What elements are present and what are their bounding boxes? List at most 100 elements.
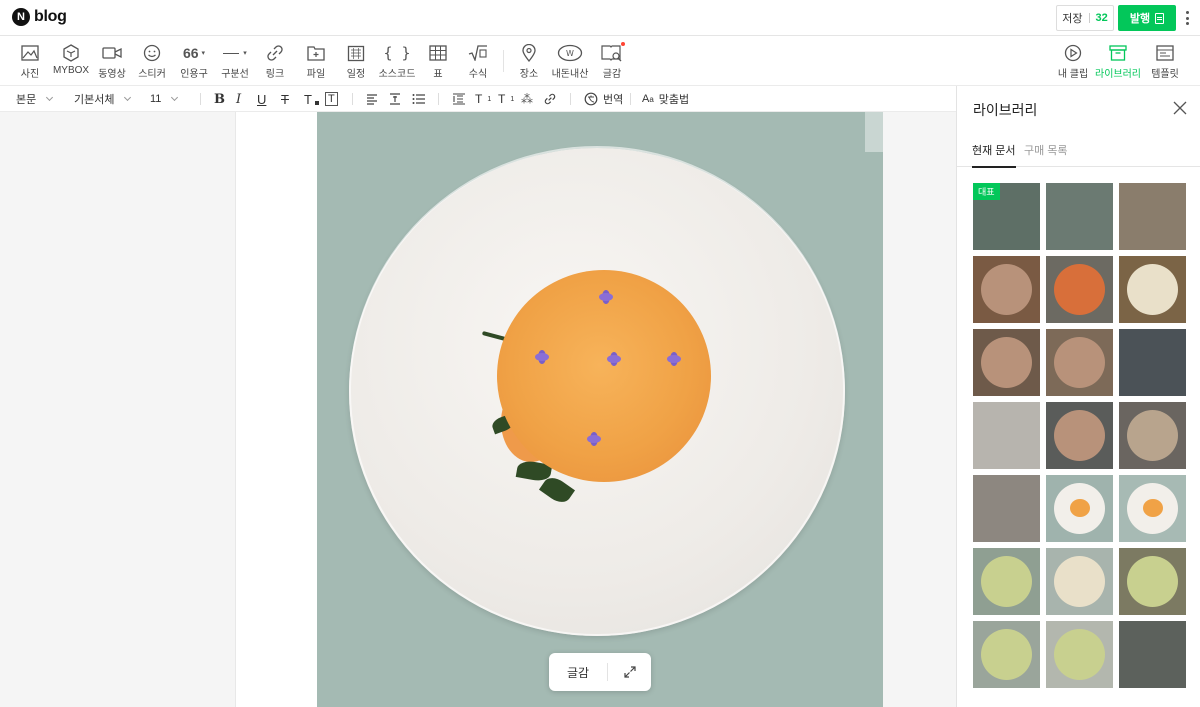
spellcheck-button[interactable]: Aa 맞춤법 xyxy=(642,86,689,112)
insert-place-button[interactable]: 장소 xyxy=(517,42,541,82)
template-button[interactable]: 템플릿 xyxy=(1150,42,1180,82)
insert-divider-button[interactable]: ▾ 구분선 xyxy=(219,42,251,82)
library-thumbnail[interactable] xyxy=(1046,402,1113,469)
insert-source-code-button[interactable]: { } 소스코드 xyxy=(378,42,416,82)
background-color-icon[interactable]: T xyxy=(325,86,338,112)
document-icon xyxy=(1155,12,1165,24)
insert-writing-material-button[interactable]: 글감 xyxy=(600,42,624,82)
insert-file-button[interactable]: 파일 xyxy=(304,42,328,82)
photo-table-edge xyxy=(865,112,883,152)
library-thumbnail[interactable] xyxy=(1046,329,1113,396)
top-header: N blog 저장 32 발행 xyxy=(0,0,1200,36)
italic-icon[interactable]: I xyxy=(236,86,241,112)
sticker-label: 스티커 xyxy=(138,69,166,80)
library-title: 라이브러리 xyxy=(973,102,1038,118)
font-size-select[interactable]: 11 xyxy=(150,86,179,112)
logo-text: blog xyxy=(34,8,67,25)
spellcheck-icon: Aa xyxy=(642,93,654,105)
library-thumbnail[interactable] xyxy=(973,621,1040,688)
library-thumbnail[interactable] xyxy=(1119,402,1186,469)
quote-icon: 66 ▾ xyxy=(182,45,206,61)
expand-icon[interactable] xyxy=(608,666,651,678)
table-grid-icon xyxy=(429,42,447,64)
writing-material-chip[interactable]: 글감 xyxy=(549,664,607,681)
library-button[interactable]: 라이브러리 xyxy=(1095,42,1141,82)
close-icon[interactable] xyxy=(1173,101,1187,115)
letter-spacing-icon[interactable] xyxy=(452,86,466,112)
insert-sticker-button[interactable]: 스티커 xyxy=(138,42,166,82)
translate-label: 번역 xyxy=(603,94,624,106)
insert-my-products-button[interactable]: W 내돈내산 xyxy=(552,42,588,82)
folder-plus-icon xyxy=(307,42,325,64)
my-clip-label: 내 클립 xyxy=(1057,69,1089,80)
font-family-value: 기본서체 xyxy=(74,94,115,106)
font-family-select[interactable]: 기본서체 xyxy=(74,86,132,112)
calendar-icon xyxy=(347,42,365,64)
library-panel: 라이브러리 현재 문서 구매 목록 대표 xyxy=(956,86,1200,707)
special-character-icon[interactable]: ⁂ xyxy=(521,86,533,112)
paragraph-style-select[interactable]: 본문 xyxy=(16,86,54,112)
underline-icon[interactable]: U xyxy=(257,86,266,112)
my-products-label: 내돈내산 xyxy=(551,69,589,80)
bold-icon[interactable]: B xyxy=(214,86,225,112)
naver-blog-logo[interactable]: N blog xyxy=(12,8,67,26)
insert-quote-button[interactable]: 66 ▾ 인용구 xyxy=(178,42,210,82)
subscript-icon[interactable]: T1 xyxy=(498,86,514,112)
library-thumbnail[interactable] xyxy=(1119,329,1186,396)
library-thumbnail[interactable] xyxy=(1119,548,1186,615)
tab-purchase-list[interactable]: 구매 목록 xyxy=(1024,142,1068,166)
translate-button[interactable]: 번역 xyxy=(584,86,623,112)
insert-formula-button[interactable]: 수식 xyxy=(466,42,490,82)
map-pin-icon xyxy=(522,42,536,64)
book-search-icon xyxy=(601,42,623,64)
insert-video-button[interactable]: 동영상 xyxy=(97,42,127,82)
mybox-label: MYBOX xyxy=(52,65,90,76)
library-thumbnail[interactable] xyxy=(1046,475,1113,542)
strikethrough-icon[interactable]: T xyxy=(281,86,289,112)
superscript-icon[interactable]: T1 xyxy=(475,86,491,112)
table-label: 표 xyxy=(433,69,443,80)
save-draft-count[interactable]: 32 xyxy=(1096,12,1108,24)
list-icon[interactable] xyxy=(412,86,426,112)
library-thumbnail[interactable] xyxy=(973,548,1040,615)
insert-schedule-button[interactable]: 일정 xyxy=(344,42,368,82)
new-indicator-dot xyxy=(621,42,625,46)
my-clip-button[interactable]: 내 클립 xyxy=(1058,42,1088,82)
link-format-icon[interactable] xyxy=(544,86,556,112)
library-thumbnail[interactable] xyxy=(973,329,1040,396)
save-button[interactable]: 저장 32 xyxy=(1056,5,1114,31)
template-icon xyxy=(1156,42,1174,64)
align-left-icon[interactable] xyxy=(366,86,378,112)
image-icon xyxy=(21,42,39,64)
publish-button[interactable]: 발행 xyxy=(1118,5,1176,31)
spellcheck-label: 맞춤법 xyxy=(658,94,690,106)
library-thumbnail[interactable] xyxy=(1046,621,1113,688)
insert-link-button[interactable]: 링크 xyxy=(263,42,287,82)
library-thumbnail[interactable] xyxy=(1046,183,1113,250)
library-thumbnail[interactable] xyxy=(1119,183,1186,250)
insert-mybox-button[interactable]: MYBOX xyxy=(52,42,90,82)
library-thumbnail[interactable] xyxy=(1119,256,1186,323)
library-thumbnail[interactable]: 대표 xyxy=(973,183,1040,250)
font-color-icon[interactable]: T xyxy=(304,86,319,112)
library-thumbnail[interactable] xyxy=(1046,256,1113,323)
writing-material-label: 글감 xyxy=(602,69,622,80)
more-options-icon[interactable] xyxy=(1182,9,1192,27)
library-thumbnail[interactable] xyxy=(1119,475,1186,542)
library-thumbnail[interactable] xyxy=(973,402,1040,469)
source-code-label: 소스코드 xyxy=(378,69,416,80)
library-thumbnail[interactable] xyxy=(973,475,1040,542)
library-thumbnail[interactable] xyxy=(1119,621,1186,688)
tab-current-document[interactable]: 현재 문서 xyxy=(972,142,1016,168)
line-height-icon[interactable] xyxy=(389,86,401,112)
insert-photo-button[interactable]: 사진 xyxy=(18,42,42,82)
library-thumbnail[interactable] xyxy=(1046,548,1113,615)
quote-label: 인용구 xyxy=(180,69,208,80)
template-label: 템플릿 xyxy=(1151,69,1179,80)
cube-icon xyxy=(63,42,79,64)
library-tabs: 현재 문서 구매 목록 xyxy=(957,134,1200,168)
insert-table-button[interactable]: 표 xyxy=(428,42,448,82)
inserted-photo[interactable] xyxy=(317,112,883,707)
archive-box-icon xyxy=(1109,42,1127,64)
library-thumbnail[interactable] xyxy=(973,256,1040,323)
